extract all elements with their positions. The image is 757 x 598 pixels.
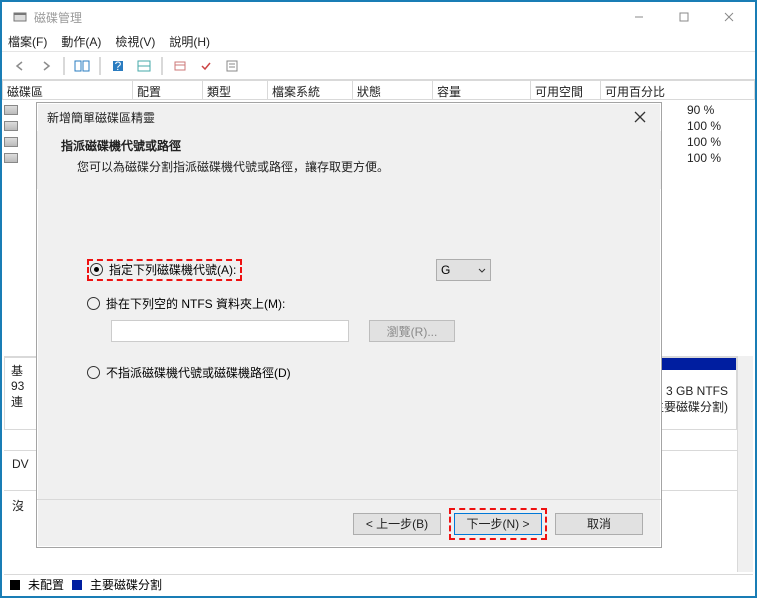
radio-none-label: 不指派磁碟機代號或磁碟機路徑(D) bbox=[106, 364, 291, 381]
cancel-button[interactable]: 取消 bbox=[555, 513, 643, 535]
disk-icon bbox=[4, 153, 18, 163]
separator bbox=[161, 57, 163, 75]
legend-unallocated: 未配置 bbox=[28, 576, 64, 593]
help-icon[interactable]: ? bbox=[106, 55, 130, 77]
drive-letter-value: G bbox=[441, 263, 450, 277]
drive-status: 沒 bbox=[12, 499, 24, 513]
wizard-heading: 指派磁碟機代號或路徑 bbox=[61, 137, 637, 154]
disk-icon bbox=[4, 105, 18, 115]
maximize-button[interactable] bbox=[661, 3, 706, 31]
next-button[interactable]: 下一步(N) > bbox=[454, 513, 542, 535]
col-type[interactable]: 類型 bbox=[203, 81, 268, 99]
props-icon[interactable] bbox=[220, 55, 244, 77]
row-percent: 100 % bbox=[683, 118, 753, 134]
col-status[interactable]: 狀態 bbox=[353, 81, 433, 99]
row-percent: 90 % bbox=[683, 102, 753, 118]
col-fs[interactable]: 檔案系統 bbox=[268, 81, 353, 99]
row-percent: 100 % bbox=[683, 150, 753, 166]
mount-path-input[interactable] bbox=[111, 320, 349, 342]
close-button[interactable] bbox=[706, 3, 751, 31]
toolbar: ? bbox=[2, 52, 755, 80]
col-volume[interactable]: 磁碟區 bbox=[3, 81, 133, 99]
radio-assign-letter[interactable] bbox=[90, 263, 103, 276]
menu-help[interactable]: 說明(H) bbox=[169, 33, 210, 50]
radio-no-assign[interactable] bbox=[87, 366, 100, 379]
list-icon[interactable] bbox=[168, 55, 192, 77]
scrollbar[interactable] bbox=[737, 356, 753, 572]
disk-icon bbox=[4, 121, 18, 131]
wizard-title: 新增簡單磁碟區精靈 bbox=[47, 109, 629, 126]
legend-primary: 主要磁碟分割 bbox=[90, 576, 162, 593]
minimize-button[interactable] bbox=[616, 3, 661, 31]
menu-file[interactable]: 檔案(F) bbox=[8, 33, 47, 50]
col-free[interactable]: 可用空間 bbox=[531, 81, 601, 99]
close-icon[interactable] bbox=[629, 106, 651, 128]
browse-button: 瀏覽(R)... bbox=[369, 320, 455, 342]
col-layout[interactable]: 配置 bbox=[133, 81, 203, 99]
radio-mount-label: 掛在下列空的 NTFS 資料夾上(M): bbox=[106, 295, 285, 312]
radio-assign-label: 指定下列磁碟機代號(A): bbox=[109, 261, 236, 278]
highlight-next-button: 下一步(N) > bbox=[449, 508, 547, 540]
view-icon[interactable] bbox=[70, 55, 94, 77]
legend-square-unallocated bbox=[10, 580, 20, 590]
status-bar: 未配置 主要磁碟分割 bbox=[4, 574, 753, 594]
disk-icon bbox=[4, 137, 18, 147]
radio-mount-folder[interactable] bbox=[87, 297, 100, 310]
col-capacity[interactable]: 容量 bbox=[433, 81, 531, 99]
back-button[interactable]: < 上一步(B) bbox=[353, 513, 441, 535]
app-icon bbox=[12, 9, 28, 25]
drive-label: DV bbox=[12, 457, 29, 471]
title-bar: 磁碟管理 bbox=[2, 2, 755, 32]
row-percent: 100 % bbox=[683, 134, 753, 150]
wizard-dialog: 新增簡單磁碟區精靈 指派磁碟機代號或路徑 您可以為磁碟分割指派磁碟機代號或路徑，… bbox=[36, 102, 662, 548]
col-percent[interactable]: 可用百分比 bbox=[601, 81, 754, 99]
back-icon[interactable] bbox=[8, 55, 32, 77]
menu-action[interactable]: 動作(A) bbox=[61, 33, 101, 50]
separator bbox=[99, 57, 101, 75]
separator bbox=[63, 57, 65, 75]
refresh-icon[interactable] bbox=[132, 55, 156, 77]
drive-letter-combo[interactable]: G bbox=[436, 259, 491, 281]
browse-label: 瀏覽(R)... bbox=[387, 323, 438, 340]
legend-square-primary bbox=[72, 580, 82, 590]
check-icon[interactable] bbox=[194, 55, 218, 77]
column-headers: 磁碟區 配置 類型 檔案系統 狀態 容量 可用空間 可用百分比 bbox=[2, 80, 755, 100]
forward-icon[interactable] bbox=[34, 55, 58, 77]
svg-text:?: ? bbox=[115, 59, 122, 73]
app-title: 磁碟管理 bbox=[34, 9, 616, 26]
menu-bar: 檔案(F) 動作(A) 檢視(V) 說明(H) bbox=[2, 32, 755, 52]
highlight-assign-option: 指定下列磁碟機代號(A): bbox=[87, 259, 242, 281]
wizard-subheading: 您可以為磁碟分割指派磁碟機代號或路徑，讓存取更方便。 bbox=[61, 158, 637, 175]
chevron-down-icon bbox=[478, 263, 486, 277]
menu-view[interactable]: 檢視(V) bbox=[115, 33, 155, 50]
